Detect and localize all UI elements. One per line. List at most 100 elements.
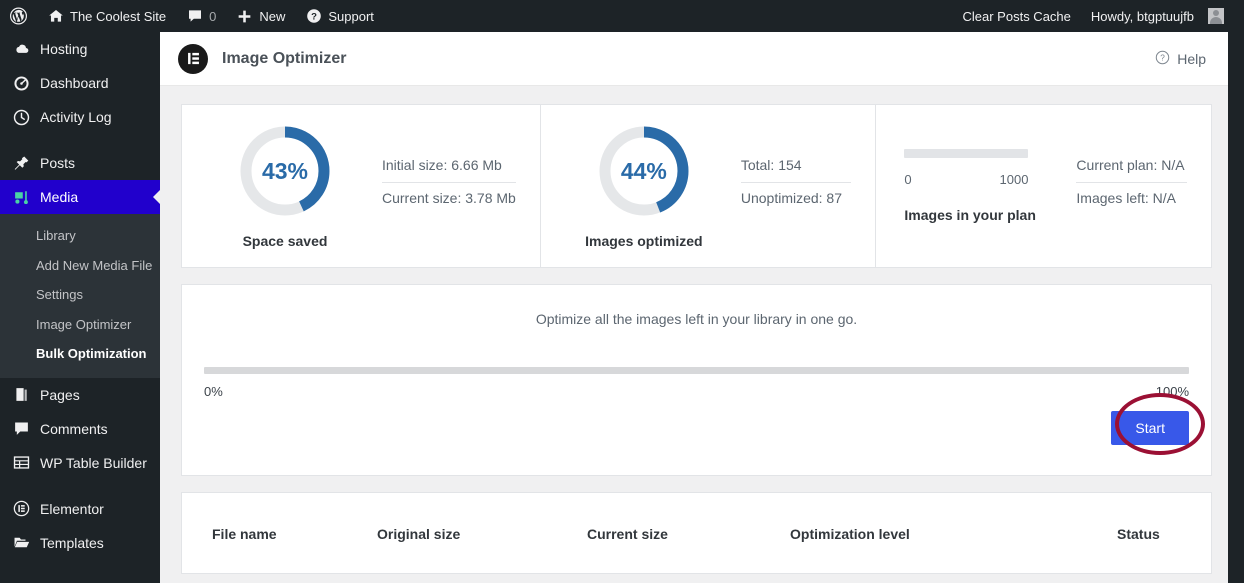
plan-figure: 0 1000 Images in your plan — [904, 149, 1054, 223]
account-menu[interactable]: Howdy, btgptuujfb — [1081, 0, 1234, 32]
sidebar-item-label: Activity Log — [40, 109, 112, 125]
sidebar-item-label: Comments — [40, 420, 108, 437]
bulk-optimization-panel: Optimize all the images left in your lib… — [181, 284, 1212, 476]
support-label: Support — [328, 8, 374, 24]
page-title: Image Optimizer — [222, 49, 347, 67]
comments-menu[interactable]: 0 — [176, 0, 226, 32]
initial-size-line: Initial size: 6.66 Mb — [382, 150, 516, 183]
sidebar-item-activity-log[interactable]: Activity Log — [0, 100, 160, 134]
images-optimized-donut-chart: 44% — [596, 123, 692, 219]
unoptimized-images-line: Unoptimized: 87 — [740, 189, 843, 206]
admin-bar: The Coolest Site 0 New ? Support Clear P… — [0, 0, 1244, 32]
sidebar-item-label: Dashboard — [40, 75, 109, 91]
sidebar-item-label: Elementor — [40, 500, 104, 517]
folder-icon — [11, 534, 31, 551]
plan-scale: 0 1000 — [904, 172, 1028, 187]
submenu-item-add-new-media-file[interactable]: Add New Media File — [0, 251, 160, 281]
admin-bar-left: The Coolest Site 0 New ? Support — [0, 0, 384, 32]
space-saved-caption: Space saved — [242, 233, 328, 249]
wordpress-logo-icon — [10, 7, 27, 25]
images-optimized-figure: 44% Images optimized — [569, 123, 719, 249]
bulk-description: Optimize all the images left in your lib… — [535, 311, 858, 327]
images-left-line: Images left: N/A — [1076, 189, 1177, 206]
sidebar-item-comments[interactable]: Comments — [0, 412, 160, 446]
help-label: Help — [1177, 50, 1206, 67]
page-right-edge — [1228, 32, 1244, 583]
space-saved-percent: 43% — [261, 157, 309, 184]
page-header: Image Optimizer ? Help — [160, 32, 1228, 86]
support-help-icon: ? — [305, 8, 322, 25]
start-button[interactable]: Start — [1111, 411, 1189, 445]
clock-icon — [11, 109, 31, 126]
submenu-item-settings[interactable]: Settings — [0, 280, 160, 310]
sidebar-item-templates[interactable]: Templates — [0, 526, 160, 560]
column-header-original-size: Original size — [377, 526, 461, 542]
stats-row: 43% Space saved Initial size: 6.66 Mb Cu… — [181, 104, 1212, 268]
plan-usage-bar — [904, 149, 1029, 158]
new-content-menu[interactable]: New — [226, 0, 295, 32]
bulk-actions: Start — [204, 393, 1205, 455]
sidebar-item-label: WP Table Builder — [40, 454, 147, 471]
svg-text:?: ? — [311, 12, 317, 23]
media-submenu: Library Add New Media File Settings Imag… — [0, 214, 160, 378]
sidebar-item-label: Pages — [40, 386, 80, 403]
sidebar-item-media[interactable]: Media — [0, 180, 161, 214]
plus-icon — [236, 8, 253, 25]
sidebar-item-posts[interactable]: Posts — [0, 146, 160, 180]
svg-text:?: ? — [1160, 53, 1165, 62]
help-button[interactable]: ? Help — [1155, 50, 1206, 68]
sidebar-separator — [0, 480, 160, 492]
elementor-logo-icon — [178, 43, 208, 74]
sidebar-item-pages[interactable]: Pages — [0, 378, 160, 412]
comment-icon — [11, 420, 31, 437]
main-content: Image Optimizer ? Help 43% Space saved I… — [160, 32, 1228, 583]
stat-card-space-saved: 43% Space saved Initial size: 6.66 Mb Cu… — [182, 105, 540, 267]
progress-min-label: 0% — [204, 384, 223, 399]
elementor-icon — [11, 500, 31, 517]
screen: The Coolest Site 0 New ? Support Clear P… — [0, 0, 1244, 583]
sidebar-item-label: Hosting — [40, 41, 88, 57]
column-header-status: Status — [1117, 526, 1160, 542]
stat-card-images-optimized: 44% Images optimized Total: 154 Unoptimi… — [539, 105, 876, 267]
sidebar-separator — [0, 134, 160, 146]
howdy-label: Howdy, btgptuujfb — [1090, 8, 1194, 24]
progress-scale: 0% 100% — [204, 384, 1189, 399]
site-name-label: The Coolest Site — [70, 8, 167, 24]
progress-bar-track — [204, 367, 1189, 374]
optimization-results-table: File name Original size Current size Opt… — [181, 492, 1212, 574]
space-saved-details: Initial size: 6.66 Mb Current size: 3.78… — [360, 150, 516, 215]
comments-count: 0 — [209, 8, 217, 24]
current-plan-line: Current plan: N/A — [1076, 150, 1187, 183]
site-name-menu[interactable]: The Coolest Site — [37, 0, 176, 32]
comment-bubble-icon — [186, 8, 203, 25]
clear-posts-cache-label: Clear Posts Cache — [962, 8, 1071, 24]
images-optimized-caption: Images optimized — [585, 233, 703, 249]
submenu-item-bulk-optimization[interactable]: Bulk Optimization — [0, 339, 160, 369]
new-content-label: New — [259, 8, 286, 24]
progress-max-label: 100% — [1155, 384, 1189, 399]
dashboard-icon — [11, 75, 31, 92]
plan-scale-max: 1000 — [999, 172, 1029, 187]
sidebar-item-dashboard[interactable]: Dashboard — [0, 66, 160, 100]
bulk-progress: 0% 100% — [204, 367, 1189, 399]
submenu-item-image-optimizer[interactable]: Image Optimizer — [0, 310, 160, 340]
submenu-item-library[interactable]: Library — [0, 221, 160, 251]
stat-card-plan: 0 1000 Images in your plan Current plan:… — [875, 105, 1211, 267]
current-size-line: Current size: 3.78 Mb — [382, 189, 516, 206]
support-menu[interactable]: ? Support — [295, 0, 384, 32]
sidebar-item-hosting[interactable]: Hosting — [0, 32, 160, 66]
avatar — [1208, 8, 1224, 24]
page-canvas: 43% Space saved Initial size: 6.66 Mb Cu… — [160, 86, 1228, 574]
column-header-optimization-level: Optimization level — [790, 526, 910, 542]
media-icon — [11, 189, 31, 206]
admin-sidebar: Hosting Dashboard Activity Log Posts Med… — [0, 32, 161, 583]
wordpress-logo-menu[interactable] — [0, 0, 37, 32]
images-optimized-percent: 44% — [620, 157, 667, 184]
plan-details: Current plan: N/A Images left: N/A — [1054, 150, 1187, 215]
sidebar-item-wp-table-builder[interactable]: WP Table Builder — [0, 446, 160, 480]
sidebar-item-label: Media — [40, 189, 79, 205]
sidebar-item-elementor[interactable]: Elementor — [0, 492, 160, 526]
sidebar-item-label: Templates — [40, 534, 104, 551]
clear-posts-cache-button[interactable]: Clear Posts Cache — [953, 0, 1081, 32]
question-circle-icon: ? — [1155, 50, 1170, 68]
